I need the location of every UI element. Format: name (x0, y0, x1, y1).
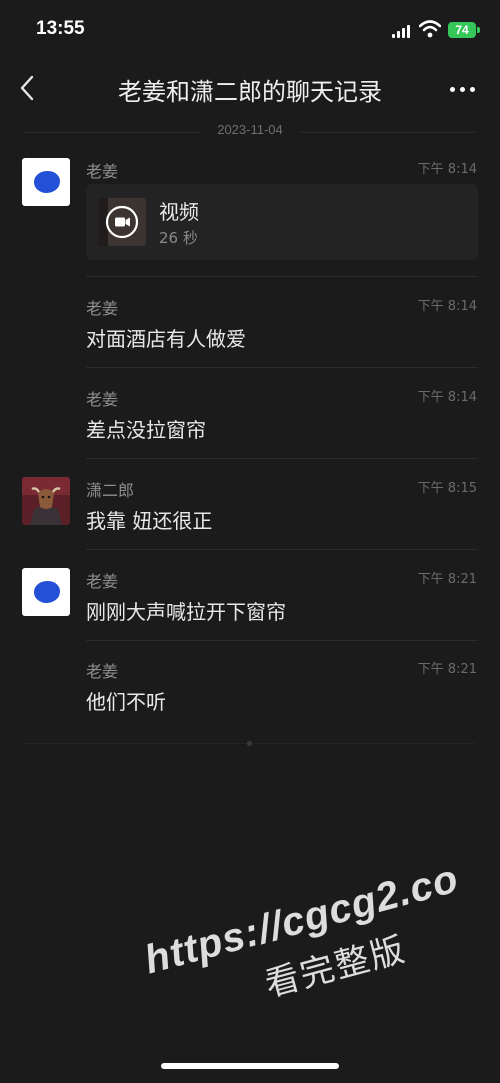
message-text: 刚刚大声喊拉开下窗帘 (86, 600, 286, 624)
message-time: 下午 8:21 (417, 572, 477, 587)
blue-blob-avatar-icon (34, 171, 60, 193)
message-time: 下午 8:14 (417, 162, 477, 177)
sender-name: 老姜 (86, 662, 119, 681)
message-time: 下午 8:14 (417, 299, 477, 314)
battery-cap (477, 27, 480, 33)
message-divider (86, 549, 478, 550)
video-play-icon (98, 198, 146, 246)
video-duration: 26 秒 (159, 229, 198, 247)
sender-name: 老姜 (86, 162, 119, 181)
ellipsis-dot (470, 87, 475, 92)
message-item: 潇二郎 下午 8:15 我靠 妞还很正 (0, 477, 500, 550)
battery-indicator: 74 (448, 22, 476, 38)
message-divider (86, 367, 478, 368)
wifi-icon (419, 20, 441, 38)
watermark-url: https://cgcg2.co (140, 856, 464, 983)
list-end-dot (247, 741, 252, 746)
date-separator: 2023-11-04 (24, 122, 476, 142)
status-bar: 13:55 74 (0, 0, 500, 60)
watermark: https://cgcg2.co 看完整版 (140, 852, 494, 1035)
message-text: 差点没拉窗帘 (86, 418, 206, 442)
blue-blob-avatar-icon (34, 581, 60, 603)
message-divider (86, 640, 478, 641)
video-thumbnail (98, 198, 146, 246)
message-item: 老姜 下午 8:21 刚刚大声喊拉开下窗帘 (0, 568, 500, 641)
message-item: 老姜 下午 8:21 他们不听 (0, 658, 500, 730)
message-text: 他们不听 (86, 690, 166, 714)
message-divider (86, 276, 478, 277)
message-text: 我靠 妞还很正 (86, 509, 213, 533)
message-item: 老姜 下午 8:14 对面酒店有人做爱 (0, 295, 500, 368)
status-time: 13:55 (36, 18, 85, 39)
message-text: 对面酒店有人做爱 (86, 327, 246, 351)
message-time: 下午 8:14 (417, 390, 477, 405)
chevron-left-icon (20, 75, 34, 101)
message-time: 下午 8:15 (417, 481, 477, 496)
video-title: 视频 (159, 200, 199, 224)
sender-avatar[interactable] (22, 477, 70, 525)
more-options-button[interactable] (444, 74, 480, 104)
ellipsis-dot (460, 87, 465, 92)
sender-avatar[interactable] (22, 158, 70, 206)
video-message[interactable]: 视频 26 秒 (86, 184, 478, 260)
nav-bar: 老姜和潇二郎的聊天记录 (0, 60, 500, 118)
message-divider (86, 458, 478, 459)
sender-name: 老姜 (86, 299, 119, 318)
watermark-subtitle: 看完整版 (261, 929, 411, 1006)
message-item: 老姜 下午 8:14 差点没拉窗帘 (0, 386, 500, 459)
cellular-signal-icon (392, 24, 412, 38)
message-item: 老姜 下午 8:14 视频 26 秒 (0, 158, 500, 277)
sender-avatar[interactable] (22, 568, 70, 616)
battery-level: 74 (455, 23, 469, 37)
home-indicator[interactable] (161, 1063, 339, 1069)
back-button[interactable] (12, 70, 46, 106)
message-time: 下午 8:21 (417, 662, 477, 677)
sender-name: 潇二郎 (86, 481, 135, 500)
chat-history-title: 老姜和潇二郎的聊天记录 (118, 78, 382, 106)
date-label: 2023-11-04 (200, 122, 300, 137)
sender-name: 老姜 (86, 572, 119, 591)
ellipsis-icon (450, 87, 455, 92)
sender-name: 老姜 (86, 390, 119, 409)
bull-photo-avatar-icon (22, 477, 70, 525)
